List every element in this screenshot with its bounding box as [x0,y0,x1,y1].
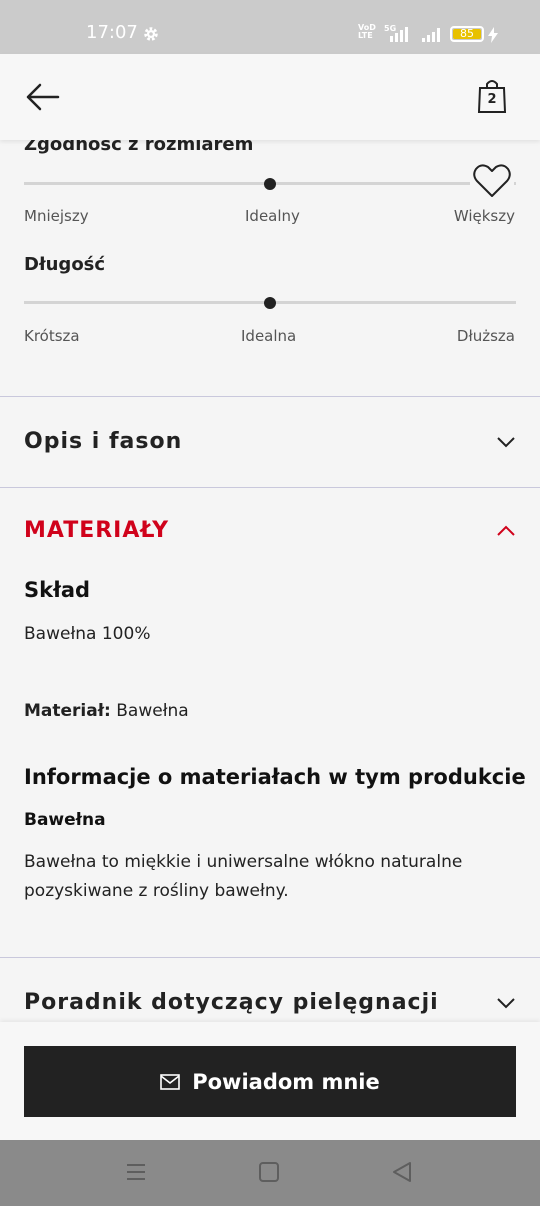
network-type-text: 5G [384,24,396,33]
system-navigation-bar [0,1140,540,1206]
network-label-bottom: LTE [358,31,373,40]
recents-icon[interactable] [124,1160,148,1184]
material-line: Materiał: Bawełna [24,697,189,726]
material-info-heading: Informacje o materiałach w tym produkcie [24,765,526,789]
care-guide-section-header[interactable]: Poradnik dotyczący pielęgnacji [0,958,540,1024]
materials-section-header[interactable]: MATERIAŁY [0,488,540,574]
back-arrow-icon[interactable] [24,82,60,112]
back-triangle-icon[interactable] [390,1160,414,1184]
heart-icon [473,164,511,197]
size-fit-label: Zgodność z rozmiarem [24,140,254,155]
notify-me-label: Powiadom mnie [192,1069,380,1094]
chevron-down-icon [497,437,515,448]
signal-icon-secondary [422,28,440,42]
battery-percent: 85 [460,27,474,40]
signal-icon: 5G [384,24,408,42]
notify-me-button[interactable]: Powiadom mnie [24,1046,516,1117]
home-icon[interactable] [257,1160,281,1184]
network-info: VoD LTE [358,24,376,40]
size-fit-indicator [264,178,276,190]
materials-section-title: MATERIAŁY [24,518,170,543]
battery-icon: 85 [450,26,484,42]
composition-value: Bawełna 100% [24,624,151,644]
mail-icon [160,1073,181,1090]
status-bar: 17:07 VoD LTE 5G 85 [0,0,540,54]
settings-gear-icon [144,27,158,41]
material-info-line-1: Bawełna to miękkie i uniwersalne włókno … [24,852,463,872]
composition-heading: Skład [24,578,91,602]
material-value: Bawełna [110,701,189,721]
chevron-up-icon [497,525,515,536]
description-section-header[interactable]: Opis i fason [0,397,540,487]
material-info-subheading: Bawełna [24,810,106,830]
length-indicator [264,297,276,309]
status-time: 17:07 [86,22,138,43]
length-left-label: Krótsza [24,327,80,345]
care-guide-section-title: Poradnik dotyczący pielęgnacji [24,990,439,1015]
size-fit-left-label: Mniejszy [24,207,89,225]
bottom-action-bar: Powiadom mnie [0,1022,540,1140]
length-middle-label: Idealna [241,327,297,345]
size-fit-right-label: Większy [453,207,515,225]
chevron-down-icon [497,998,515,1009]
charging-bolt-icon [488,27,498,43]
material-label: Materiał: [24,701,111,721]
description-section-title: Opis i fason [24,429,183,454]
product-details-content[interactable]: Zgodność z rozmiarem Mniejszy Idealny Wi… [0,140,540,1024]
cart-count-badge: 2 [487,92,497,107]
length-label: Długość [24,254,106,275]
length-right-label: Dłuższa [456,327,515,345]
material-info-line-2: pozyskiwane z rośliny bawełny. [24,881,289,901]
wishlist-heart-button[interactable] [470,160,514,200]
size-fit-middle-label: Idealny [245,207,300,225]
app-header: 2 [0,54,540,140]
